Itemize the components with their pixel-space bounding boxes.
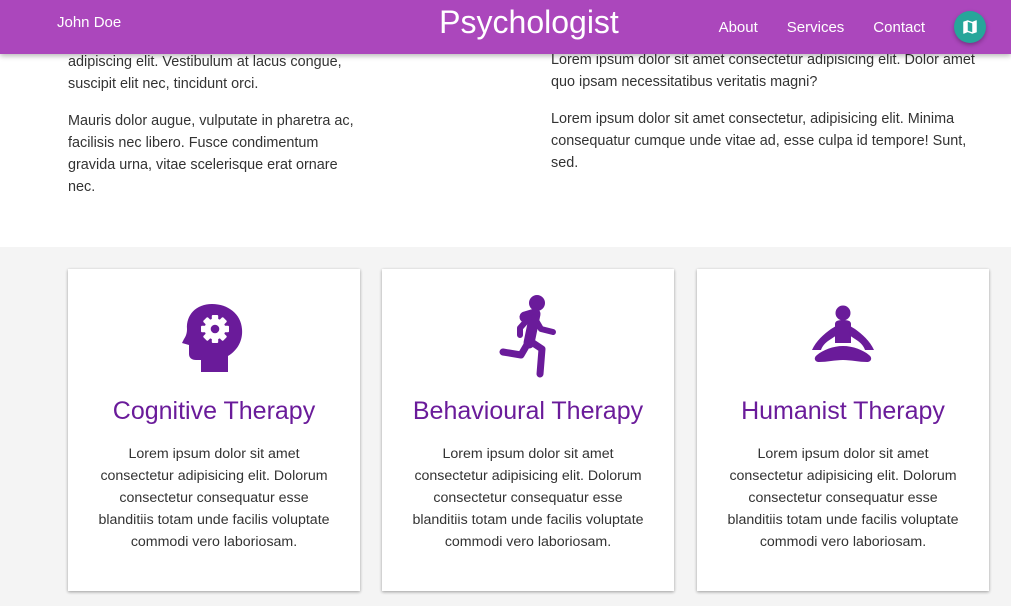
intro-right-paragraph-1: Lorem ipsum dolor sit amet consectetur a…	[551, 52, 975, 90]
intro-left-paragraph-1: adipiscing elit. Vestibulum at lacus con…	[68, 54, 342, 92]
card-text-humanist: Lorem ipsum dolor sit amet consectetur a…	[727, 446, 959, 550]
map-icon	[963, 20, 977, 34]
service-card-cognitive: Cognitive Therapy Lorem ipsum dolor sit …	[68, 269, 360, 591]
service-card-humanist: Humanist Therapy Lorem ipsum dolor sit a…	[697, 269, 989, 591]
map-button[interactable]	[954, 11, 986, 43]
intro-right-paragraph-2: Lorem ipsum dolor sit amet consectetur, …	[551, 111, 967, 171]
card-title-cognitive: Cognitive Therapy	[112, 397, 316, 425]
card-title-humanist: Humanist Therapy	[741, 397, 945, 425]
nav-link-about[interactable]: About	[719, 19, 758, 36]
nav-link-services[interactable]: Services	[787, 19, 845, 36]
meditation-person-icon	[812, 305, 874, 362]
intro-left-paragraph-2: Mauris dolor augue, vulputate in pharetr…	[68, 113, 354, 195]
card-text-cognitive: Lorem ipsum dolor sit amet consectetur a…	[98, 446, 330, 550]
card-title-behavioural: Behavioural Therapy	[412, 397, 644, 425]
services-section: Cognitive Therapy Lorem ipsum dolor sit …	[0, 247, 1011, 606]
intro-right-column: Lorem ipsum dolor sit amet consectetur a…	[551, 49, 981, 189]
intro-left-column: adipiscing elit. Vestibulum at lacus con…	[68, 51, 358, 213]
card-text-behavioural: Lorem ipsum dolor sit amet consectetur a…	[412, 446, 644, 550]
psychology-head-gear-icon	[182, 304, 243, 372]
nav-links: About Services Contact	[719, 0, 1011, 54]
nav-link-contact[interactable]: Contact	[873, 19, 925, 36]
running-person-icon	[499, 295, 556, 378]
service-card-behavioural: Behavioural Therapy Lorem ipsum dolor si…	[382, 269, 674, 591]
navbar: John Doe Psychologist About Services Con…	[0, 0, 1011, 54]
